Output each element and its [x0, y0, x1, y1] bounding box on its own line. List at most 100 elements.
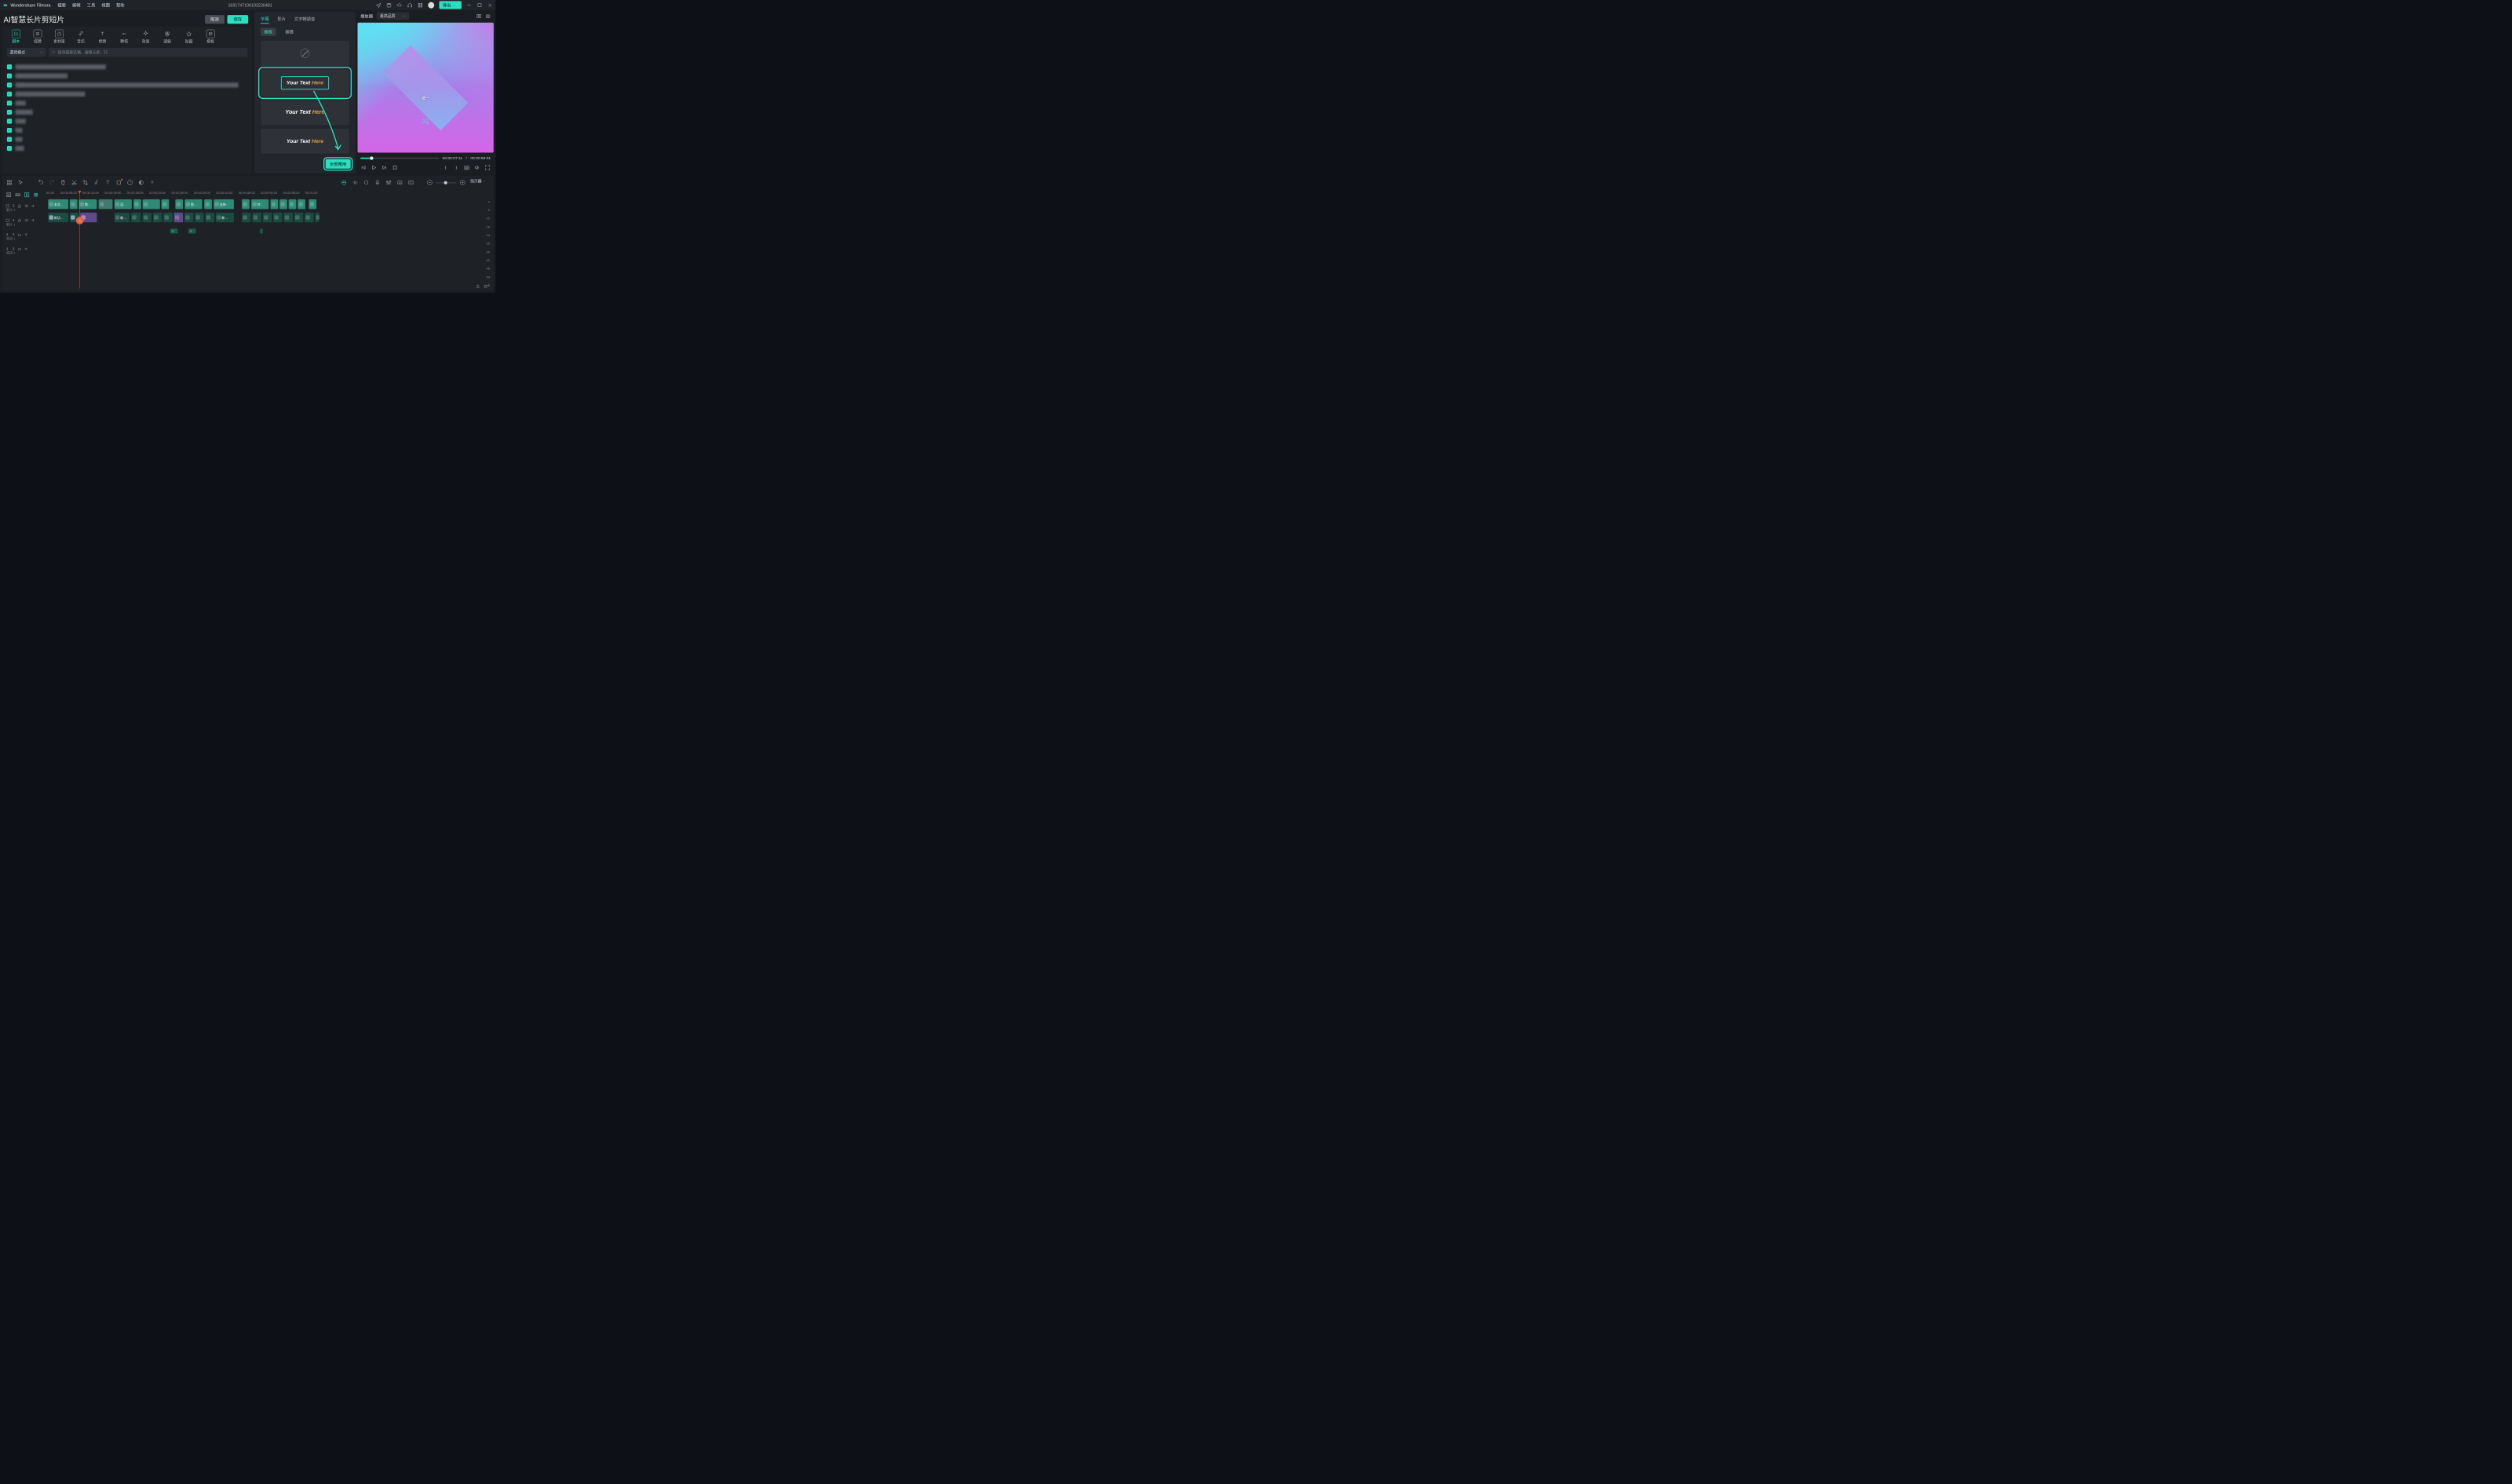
- script-item[interactable]: [7, 144, 247, 153]
- script-item[interactable]: [7, 135, 247, 144]
- cat-transition[interactable]: 轉場: [117, 30, 131, 45]
- aspect-icon[interactable]: [407, 180, 414, 186]
- zoom-in-icon[interactable]: [459, 180, 466, 186]
- menu-edit[interactable]: 編輯: [72, 2, 81, 9]
- export-button[interactable]: 導出: [439, 1, 461, 9]
- cat-effect[interactable]: 效果: [139, 30, 153, 45]
- enhance-icon[interactable]: [352, 180, 358, 186]
- color-icon[interactable]: [138, 180, 144, 186]
- script-item[interactable]: [7, 126, 247, 135]
- mark-in-icon[interactable]: {: [443, 165, 449, 171]
- cat-title[interactable]: 標題: [96, 30, 110, 45]
- checkbox-icon[interactable]: [7, 64, 12, 69]
- cancel-button[interactable]: 取消: [205, 15, 225, 24]
- template-none[interactable]: [261, 41, 349, 66]
- text-icon[interactable]: [104, 180, 111, 186]
- export-clip-icon[interactable]: [396, 180, 403, 186]
- more-icon[interactable]: [149, 180, 155, 186]
- timeline-ruler[interactable]: 00:00 00:00:05:00 00:00:10:00 00:00:15:0…: [45, 191, 473, 199]
- tool-grid-icon[interactable]: [6, 180, 13, 186]
- compare-icon[interactable]: [476, 13, 482, 19]
- tab-subtitle[interactable]: 字幕: [261, 16, 269, 24]
- timeline-track-audio-2[interactable]: [45, 239, 473, 251]
- stop-icon[interactable]: [392, 165, 398, 171]
- subtab-template[interactable]: 模板: [261, 28, 276, 36]
- menu-file[interactable]: 檔案: [57, 2, 66, 9]
- marker-icon[interactable]: [363, 180, 370, 186]
- save-button[interactable]: 保存: [227, 15, 248, 24]
- preview-canvas[interactable]: 按一 吗: [358, 23, 494, 153]
- tab-tts[interactable]: 文字轉語音: [294, 16, 316, 24]
- template-card-3[interactable]: Your Text Here: [261, 129, 349, 154]
- mixer-icon[interactable]: [385, 180, 392, 186]
- redo-icon[interactable]: [49, 180, 55, 186]
- mode-select[interactable]: 選擇模式: [7, 48, 46, 57]
- eye-icon[interactable]: [24, 204, 28, 208]
- timeline-track-text[interactable]: 本次… 惊… 没… 惊… 支持… 对…: [45, 199, 473, 211]
- menu-help[interactable]: 幫助: [116, 2, 125, 9]
- next-frame-icon[interactable]: [382, 165, 388, 171]
- mic-icon[interactable]: [374, 180, 381, 186]
- speed-icon[interactable]: [127, 180, 133, 186]
- zoom-out-icon[interactable]: [426, 180, 433, 186]
- prev-frame-icon[interactable]: [360, 165, 367, 171]
- window-minimize[interactable]: [466, 2, 472, 8]
- track-mode-4-icon[interactable]: [33, 191, 39, 198]
- record-icon[interactable]: [115, 180, 122, 186]
- zoom-slider[interactable]: [436, 182, 457, 183]
- apply-all-button[interactable]: 全部應用: [326, 159, 351, 169]
- delete-icon[interactable]: [60, 180, 66, 186]
- camera-icon[interactable]: [464, 165, 470, 171]
- undo-icon[interactable]: [38, 180, 44, 186]
- window-maximize[interactable]: [476, 2, 482, 8]
- template-card-1[interactable]: Your Text Here: [261, 69, 349, 97]
- tab-video[interactable]: 影片: [277, 16, 286, 24]
- cut-icon[interactable]: [71, 180, 78, 186]
- play-icon[interactable]: [371, 165, 377, 171]
- window-close[interactable]: [487, 2, 493, 8]
- cat-script[interactable]: 腳本: [9, 30, 24, 45]
- lock-icon[interactable]: [17, 204, 21, 208]
- save-icon[interactable]: [386, 2, 392, 8]
- seek-bar[interactable]: [360, 158, 439, 159]
- script-item[interactable]: [7, 117, 247, 126]
- crop-icon[interactable]: [82, 180, 89, 186]
- search-input[interactable]: 搜尋檔案名稱、螢幕元素、行: [49, 48, 247, 57]
- mark-out-icon[interactable]: }: [453, 165, 459, 171]
- quality-select[interactable]: 最高品質: [377, 13, 410, 20]
- music-icon[interactable]: [93, 180, 100, 186]
- script-item[interactable]: [7, 62, 247, 71]
- mute-icon[interactable]: [31, 204, 35, 208]
- avatar[interactable]: [428, 2, 434, 8]
- subtab-basic[interactable]: 基礎: [282, 28, 298, 36]
- menu-tools[interactable]: 工具: [87, 2, 96, 9]
- cat-media[interactable]: 媒體: [31, 30, 45, 45]
- timeline-track-audio-1[interactable]: [45, 225, 473, 238]
- script-item[interactable]: [7, 81, 247, 90]
- cloud-icon[interactable]: [396, 2, 402, 8]
- ai-icon[interactable]: [341, 180, 347, 186]
- script-item[interactable]: [7, 99, 247, 108]
- script-item[interactable]: [7, 89, 247, 99]
- tool-cursor-icon[interactable]: [17, 180, 24, 186]
- headset-icon[interactable]: [407, 2, 413, 8]
- script-item[interactable]: [7, 108, 247, 117]
- volume-icon[interactable]: [474, 165, 480, 171]
- cat-filter[interactable]: 濾鏡: [160, 30, 174, 45]
- fullscreen-icon[interactable]: [484, 165, 491, 171]
- cat-template[interactable]: 模板: [203, 30, 217, 45]
- cat-stock[interactable]: 素材庫: [53, 30, 67, 45]
- cut-marker[interactable]: [76, 217, 84, 224]
- indicator-select[interactable]: 指示器: [470, 178, 486, 184]
- snapshot-icon[interactable]: [485, 13, 491, 19]
- cat-sticker[interactable]: 貼圖: [182, 30, 196, 45]
- track-mode-2-icon[interactable]: [15, 191, 21, 198]
- script-item[interactable]: [7, 71, 247, 81]
- template-card-2[interactable]: Your Text Here: [261, 100, 349, 125]
- track-mode-1-icon[interactable]: [5, 191, 12, 198]
- timeline-track-video[interactable]: 新功… 新… 新…: [45, 212, 473, 224]
- send-icon[interactable]: [376, 2, 382, 8]
- cat-audio[interactable]: 音訊: [74, 30, 88, 45]
- grid-icon[interactable]: [418, 2, 423, 8]
- menu-view[interactable]: 視圖: [101, 2, 110, 9]
